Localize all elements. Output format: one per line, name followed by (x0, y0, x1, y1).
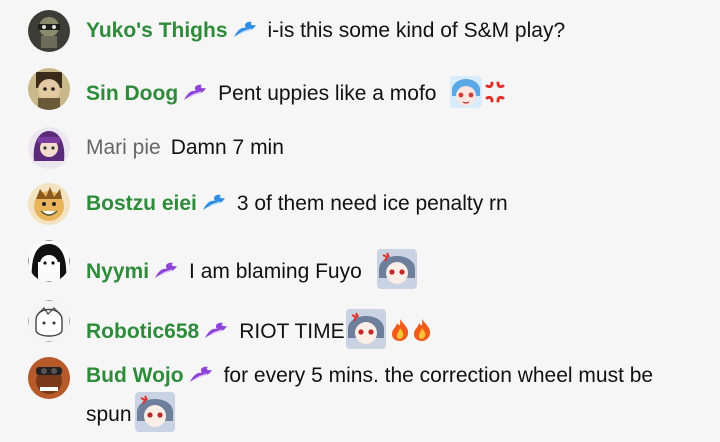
purple-wave-badge-icon (188, 363, 214, 383)
anger-emote-icon (484, 80, 506, 104)
message-line: Bostzu eiei 3 of them need ice penalty rn (86, 189, 680, 219)
message-line: Bud Wojo for every 5 mins. the correction… (86, 361, 682, 433)
fuyo-emote-icon (345, 308, 387, 350)
message-text: 3 of them need ice penalty rn (236, 192, 508, 215)
blue-wave-badge-icon (201, 191, 227, 211)
avatar[interactable] (28, 127, 70, 169)
chibi-emote-icon (448, 74, 484, 110)
purple-wave-badge-icon (203, 319, 229, 339)
author-name[interactable]: Nyymi (86, 260, 149, 283)
fire-emote-icon (411, 318, 433, 342)
fuyo-emote-icon (134, 391, 176, 433)
avatar[interactable] (28, 10, 70, 52)
message-text: RIOT TIME (239, 320, 345, 343)
fuyo-emote-icon (376, 248, 418, 290)
avatar[interactable] (28, 68, 70, 110)
blue-wave-badge-icon (232, 18, 258, 38)
chat-feed: Yuko's Thighs i-is this some kind of S&M … (0, 0, 720, 438)
author-name[interactable]: Yuko's Thighs (86, 19, 228, 42)
message-text: i-is this some kind of S&M play? (267, 19, 566, 42)
author-name[interactable]: Bostzu eiei (86, 192, 197, 215)
message-line: Yuko's Thighs i-is this some kind of S&M … (86, 16, 680, 46)
avatar[interactable] (28, 300, 70, 342)
message-line: Nyymi I am blaming Fuyo (86, 248, 680, 290)
author-name[interactable]: Robotic658 (86, 320, 199, 343)
message-text: Damn 7 min (170, 136, 284, 159)
avatar[interactable] (28, 357, 70, 399)
author-name[interactable]: Bud Wojo (86, 364, 184, 387)
message-text: I am blaming Fuyo (189, 260, 362, 283)
message-line: Robotic658 RIOT TIME (86, 308, 680, 350)
message-text: Pent uppies like a mofo (218, 82, 437, 105)
avatar[interactable] (28, 240, 70, 282)
purple-wave-badge-icon (153, 259, 179, 279)
author-name[interactable]: Sin Doog (86, 82, 178, 105)
message-line: Sin Doog Pent uppies like a mofo (86, 74, 680, 110)
author-name[interactable]: Mari pie (86, 136, 161, 159)
purple-wave-badge-icon (182, 81, 208, 101)
avatar[interactable] (28, 183, 70, 225)
message-line: Mari pie Damn 7 min (86, 133, 680, 163)
fire-emote-icon (389, 318, 411, 342)
